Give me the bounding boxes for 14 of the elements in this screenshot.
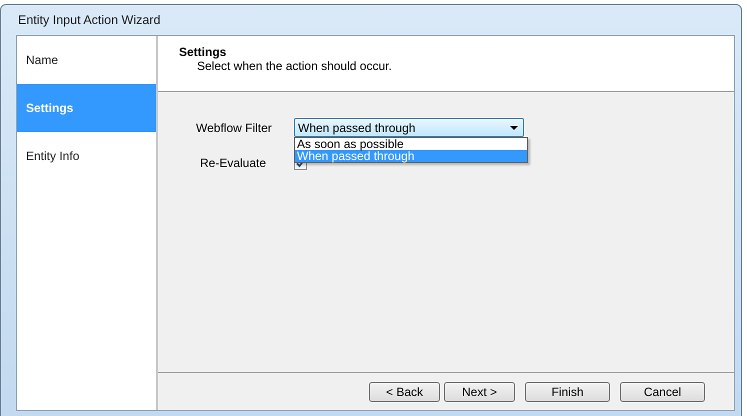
wizard-button[interactable]: Next > [444, 382, 515, 402]
window-title: Entity Input Action Wizard [18, 13, 160, 27]
caret-icon [510, 126, 518, 130]
wizard-button[interactable]: Cancel [620, 382, 705, 402]
wizard-button[interactable]: Finish [525, 382, 610, 402]
wizard-button[interactable]: < Back [369, 382, 440, 402]
section-description: Select when the action should occur. [196, 59, 393, 73]
field-label: Webflow Filter [196, 120, 273, 134]
sidebar-item[interactable]: Entity Info [17, 132, 156, 180]
field-label: Re-Evaluate [200, 156, 268, 170]
dropdown-option[interactable]: As soon as possible [295, 138, 527, 150]
section-title: Settings [179, 45, 228, 59]
dropdown[interactable]: When passed through [294, 118, 524, 137]
sidebar-item[interactable]: Name [17, 36, 156, 84]
